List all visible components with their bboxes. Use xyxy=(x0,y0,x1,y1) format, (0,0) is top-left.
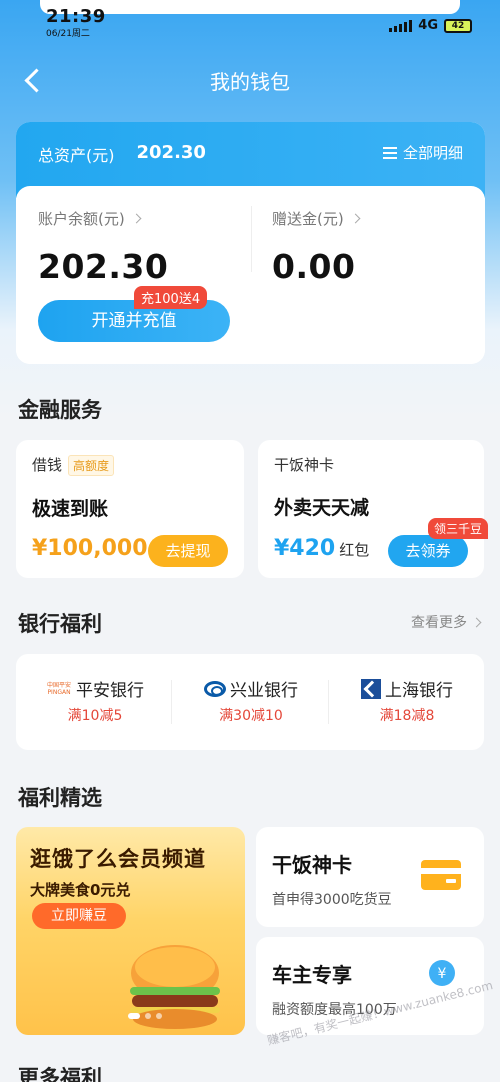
bank-offer: 满30减10 xyxy=(219,708,283,724)
asset-body: 账户余额(元) 202.30 赠送金(元) 0.00 开通并充值 充100送4 xyxy=(16,186,485,364)
carousel-dots xyxy=(128,1013,162,1019)
total-assets-label: 总资产(元) xyxy=(38,146,115,165)
list-icon xyxy=(382,146,397,159)
coupon-amount: ¥420 xyxy=(274,536,336,561)
status-indicators: 4G 42 xyxy=(389,18,472,33)
bean-promo-tag: 领三千豆 xyxy=(428,518,489,539)
card-title: 干饭神卡 xyxy=(272,853,352,877)
balance-value: 202.30 xyxy=(38,247,169,286)
card-title: 车主专享 xyxy=(272,963,352,987)
claim-coupon-button[interactable]: 去领券 xyxy=(388,535,468,567)
svg-text:¥: ¥ xyxy=(438,966,447,982)
network-type: 4G xyxy=(418,18,438,33)
loan-headline: 极速到账 xyxy=(32,498,109,520)
status-date: 06/21周二 xyxy=(46,29,90,39)
recharge-promo-tag: 充100送4 xyxy=(134,286,208,309)
benefits-section-title: 福利精选 xyxy=(18,786,102,810)
chevron-right-icon xyxy=(131,213,142,224)
meal-card-headline: 外卖天天减 xyxy=(274,497,370,519)
eleme-banner[interactable]: 逛饿了么会员频道 大牌美食0元兑 立即赚豆 xyxy=(16,827,245,1035)
bank-card-icon xyxy=(421,860,461,890)
withdraw-button[interactable]: 去提现 xyxy=(148,535,228,567)
status-time: 21:39 xyxy=(46,6,106,27)
battery-icon: 42 xyxy=(444,18,472,33)
divider xyxy=(328,680,329,724)
banner-subtitle: 大牌美食0元兑 xyxy=(30,881,131,899)
bank-item-shanghai[interactable]: 上海银行 满18减8 xyxy=(332,676,482,725)
see-more-label: 查看更多 xyxy=(411,615,467,631)
chevron-right-icon xyxy=(350,213,361,224)
xingye-logo xyxy=(204,680,226,697)
loan-amount: ¥100,000 xyxy=(32,536,148,561)
see-more-link[interactable]: 查看更多 xyxy=(411,612,482,632)
more-benefits-title: 更多福利 xyxy=(18,1066,102,1082)
bank-name: 平安银行 xyxy=(76,681,144,701)
gift-label: 赠送金(元) xyxy=(272,210,344,228)
balance-label: 账户余额(元) xyxy=(38,210,125,228)
high-limit-badge: 高额度 xyxy=(68,455,115,476)
pingan-logo: 中国平安 PINGAN xyxy=(46,681,71,696)
divider xyxy=(251,206,252,272)
all-details-label: 全部明细 xyxy=(402,144,463,162)
gift-value: 0.00 xyxy=(272,247,356,286)
loan-tag: 借钱 xyxy=(32,456,63,474)
burger-icon xyxy=(130,945,220,1029)
asset-card: 总资产(元) 202.30 全部明细 账户余额(元) 202.30 赠送金(元)… xyxy=(16,122,485,364)
bank-card: 中国平安 PINGAN 平安银行 满10减5 兴业银行 满30减10 上海银行 … xyxy=(16,654,484,750)
chevron-right-icon xyxy=(471,617,482,627)
shanghai-bank-logo xyxy=(361,678,381,699)
meal-card[interactable]: 干饭神卡 外卖天天减 ¥420 红包 去领券 领三千豆 xyxy=(258,440,489,578)
loan-card[interactable]: 借钱 高额度 极速到账 ¥100,000 去提现 xyxy=(16,440,244,578)
divider xyxy=(171,680,172,724)
bank-section-title: 银行福利 xyxy=(18,612,102,636)
bank-name: 上海银行 xyxy=(385,681,453,701)
all-details-link[interactable]: 全部明细 xyxy=(382,142,463,163)
gift-block[interactable]: 赠送金(元) 0.00 xyxy=(272,208,361,286)
banner-headline: 逛饿了么会员频道 xyxy=(30,847,206,871)
bank-name: 兴业银行 xyxy=(230,681,298,701)
coupon-unit: 红包 xyxy=(339,541,370,559)
signal-icon xyxy=(389,19,413,32)
balance-block[interactable]: 账户余额(元) 202.30 xyxy=(38,208,168,286)
total-assets-value: 202.30 xyxy=(136,142,206,163)
meal-card-tag: 干饭神卡 xyxy=(274,456,335,474)
earn-beans-button[interactable]: 立即赚豆 xyxy=(32,903,126,929)
page-title: 我的钱包 xyxy=(210,70,290,94)
bank-offer: 满18减8 xyxy=(379,708,435,724)
bank-item-pingan[interactable]: 中国平安 PINGAN 平安银行 满10减5 xyxy=(20,676,170,725)
card-subtitle: 首申得3000吃货豆 xyxy=(272,892,392,908)
bank-item-xingye[interactable]: 兴业银行 满30减10 xyxy=(176,676,326,725)
finance-section-title: 金融服务 xyxy=(18,398,102,422)
meal-card-promo[interactable]: 干饭神卡 首申得3000吃货豆 xyxy=(256,827,484,927)
bank-offer: 满10减5 xyxy=(67,708,123,724)
yen-coin-icon: ¥ xyxy=(429,960,455,986)
